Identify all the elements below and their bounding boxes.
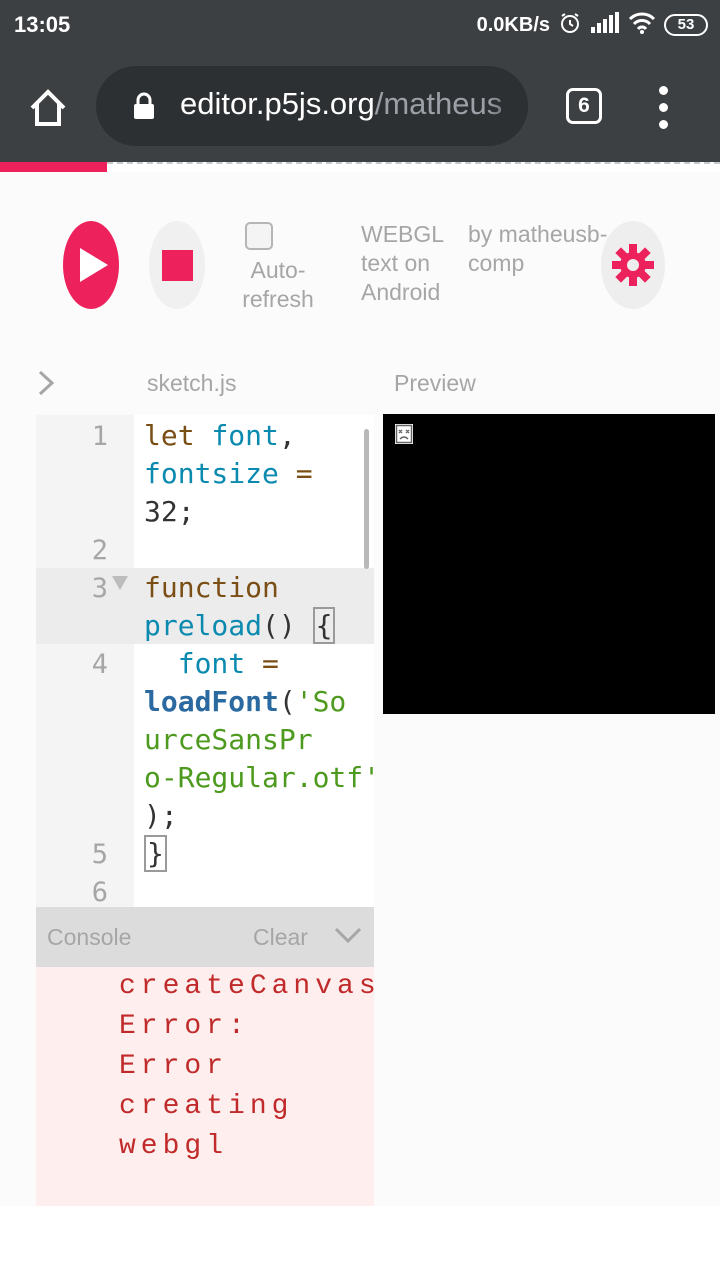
url-path: /matheus	[374, 86, 503, 121]
file-name[interactable]: sketch.js	[147, 370, 236, 397]
project-title[interactable]: WEBGL text on Android	[361, 220, 461, 307]
preview-label: Preview	[394, 370, 476, 396]
settings-button[interactable]	[601, 221, 665, 309]
status-bar: 13:05 0.0KB/s 53	[0, 0, 720, 52]
code-line-3: function	[144, 571, 279, 604]
browser-toolbar: editor.p5js.org/matheus 6	[0, 52, 720, 162]
code-line-1-wrap: fontsize =	[144, 457, 313, 490]
string-part-2: urceSansPr	[144, 723, 313, 756]
auto-refresh-checkbox[interactable]	[245, 222, 273, 250]
url-fade	[488, 66, 528, 146]
battery-icon: 53	[664, 14, 708, 36]
code-line-4-wrap-4: );	[144, 799, 178, 832]
string-part-3: o-Regular.otf'	[144, 761, 374, 794]
line-number: 6	[91, 877, 108, 907]
url-bar[interactable]: editor.p5js.org/matheus	[96, 66, 528, 146]
matched-bracket: }	[144, 835, 167, 872]
gear-icon	[612, 244, 654, 286]
auto-refresh-label-1: Auto-	[250, 257, 306, 283]
network-speed: 0.0KB/s	[476, 13, 550, 36]
play-button[interactable]	[63, 221, 119, 309]
matched-bracket: {	[312, 607, 336, 644]
more-vert-icon[interactable]	[650, 86, 678, 130]
signal-icon	[590, 11, 620, 39]
code-line-1: let font,	[144, 419, 296, 452]
broken-image-icon	[395, 424, 413, 444]
line-number: 4	[91, 649, 108, 680]
alarm-icon	[558, 11, 582, 40]
project-owner[interactable]: by matheusb-comp	[468, 220, 608, 278]
string-part-1: 'So	[295, 685, 347, 718]
lock-icon	[132, 92, 156, 120]
play-icon	[80, 248, 108, 282]
fold-arrow-icon[interactable]	[112, 576, 128, 590]
console-clear-button[interactable]: Clear	[253, 924, 308, 951]
home-icon[interactable]	[26, 86, 70, 130]
code-line-4: font =	[177, 647, 279, 680]
progress-track	[107, 162, 720, 165]
console-output: createCanvas: Error: Error creating webg…	[36, 967, 374, 1206]
auto-refresh-label-2: refresh	[242, 286, 314, 312]
url-text: editor.p5js.org/matheus	[180, 86, 502, 122]
url-host: editor.p5js.org	[180, 86, 375, 121]
stop-button[interactable]	[149, 221, 205, 309]
chevron-down-icon[interactable]	[333, 923, 363, 947]
line-number: 3	[91, 573, 108, 604]
line-number: 1	[91, 421, 108, 452]
progress-fill	[0, 162, 107, 172]
console-title: Console	[47, 924, 132, 950]
expand-sidebar-icon[interactable]	[34, 368, 58, 398]
code-line-4-wrap-2: urceSansPr	[144, 721, 313, 759]
line-number: 2	[91, 535, 108, 566]
code-line-4-wrap-3: o-Regular.otf'	[144, 759, 374, 797]
page-load-progress	[0, 162, 720, 172]
code-line-3-wrap: preload() {	[144, 607, 336, 645]
console-error-message: createCanvas: Error: Error creating webg…	[119, 971, 374, 1162]
code-line-1-wrap-2: 32;	[144, 495, 195, 528]
tab-switcher-button[interactable]: 6	[566, 88, 602, 124]
status-time: 13:05	[14, 12, 71, 37]
code-line-5: }	[144, 835, 167, 873]
preview-canvas	[383, 414, 715, 714]
code-editor[interactable]: 1 2 3 4 5 6 let font, fontsize = 32; fun…	[36, 415, 374, 907]
status-icons: 0.0KB/s 53	[477, 10, 708, 40]
p5-editor: Auto- refresh WEBGL text on Android by m…	[0, 172, 720, 1206]
line-number: 5	[91, 839, 108, 870]
code-line-4-wrap: loadFont('So	[144, 685, 347, 718]
console-header: Console Clear	[36, 907, 374, 967]
editor-scrollbar[interactable]	[364, 429, 369, 569]
wifi-icon	[628, 12, 656, 39]
auto-refresh-label: Auto- refresh	[228, 256, 328, 314]
